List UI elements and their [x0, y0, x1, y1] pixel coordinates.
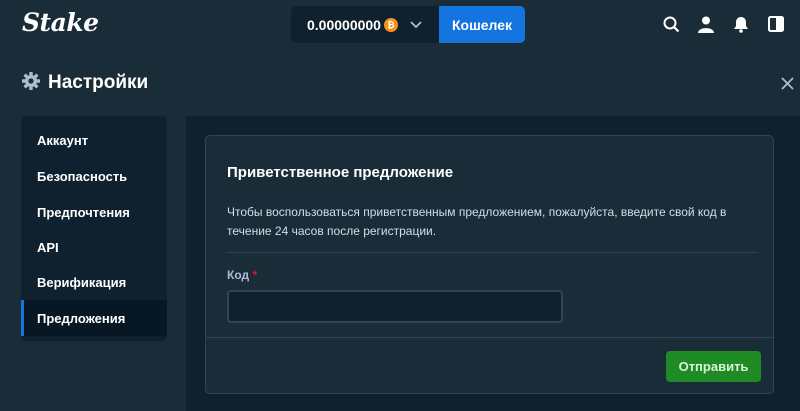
sidebar-item-label: Верификация — [37, 274, 127, 290]
code-label: Код * — [227, 268, 257, 282]
sidebar-item-api[interactable]: API — [21, 229, 167, 265]
close-icon[interactable] — [778, 74, 796, 92]
search-icon[interactable] — [661, 14, 681, 34]
balance-selector[interactable]: 0.00000000 ₿ — [291, 6, 439, 43]
bell-icon[interactable] — [731, 14, 751, 34]
page-heading: Настройки — [22, 71, 148, 95]
sidebar-item-verification[interactable]: Верификация — [21, 264, 167, 300]
bitcoin-icon: ₿ — [383, 17, 398, 32]
chevron-down-icon[interactable] — [409, 18, 423, 32]
page-title: Настройки — [48, 72, 149, 93]
sidebar-item-offers[interactable]: Предложения — [21, 300, 167, 336]
sidebar-item-account[interactable]: Аккаунт — [21, 122, 167, 158]
sidebar-item-label: Предпочтения — [37, 204, 130, 220]
sidebar-item-security[interactable]: Безопасность — [21, 158, 167, 194]
top-bar: Stake 0.00000000 ₿ Кошелек — [0, 0, 800, 50]
code-label-text: Код — [227, 268, 250, 282]
user-icon[interactable] — [696, 14, 716, 34]
required-mark: * — [252, 268, 258, 282]
sidebar-item-label: Аккаунт — [37, 132, 89, 148]
gear-icon — [22, 71, 40, 95]
sidebar-item-label: Безопасность — [37, 168, 128, 184]
submit-button[interactable]: Отправить — [666, 351, 761, 382]
sidebar-toggle-icon[interactable] — [766, 14, 786, 34]
code-input[interactable] — [227, 290, 563, 323]
divider — [227, 252, 757, 253]
sidebar-item-preferences[interactable]: Предпочтения — [21, 194, 167, 230]
wallet-button[interactable]: Кошелек — [439, 6, 525, 43]
sidebar-item-label: API — [37, 239, 59, 255]
balance-amount: 0.00000000 — [307, 16, 381, 33]
offer-description: Чтобы воспользоваться приветственным пре… — [227, 205, 727, 238]
stake-logo[interactable]: Stake — [22, 8, 99, 37]
settings-sidebar: Аккаунт Безопасность Предпочтения API Ве… — [21, 116, 167, 341]
sidebar-item-label: Предложения — [37, 310, 126, 326]
offer-title: Приветственное предложение — [227, 164, 454, 181]
card-footer-divider — [206, 337, 773, 338]
